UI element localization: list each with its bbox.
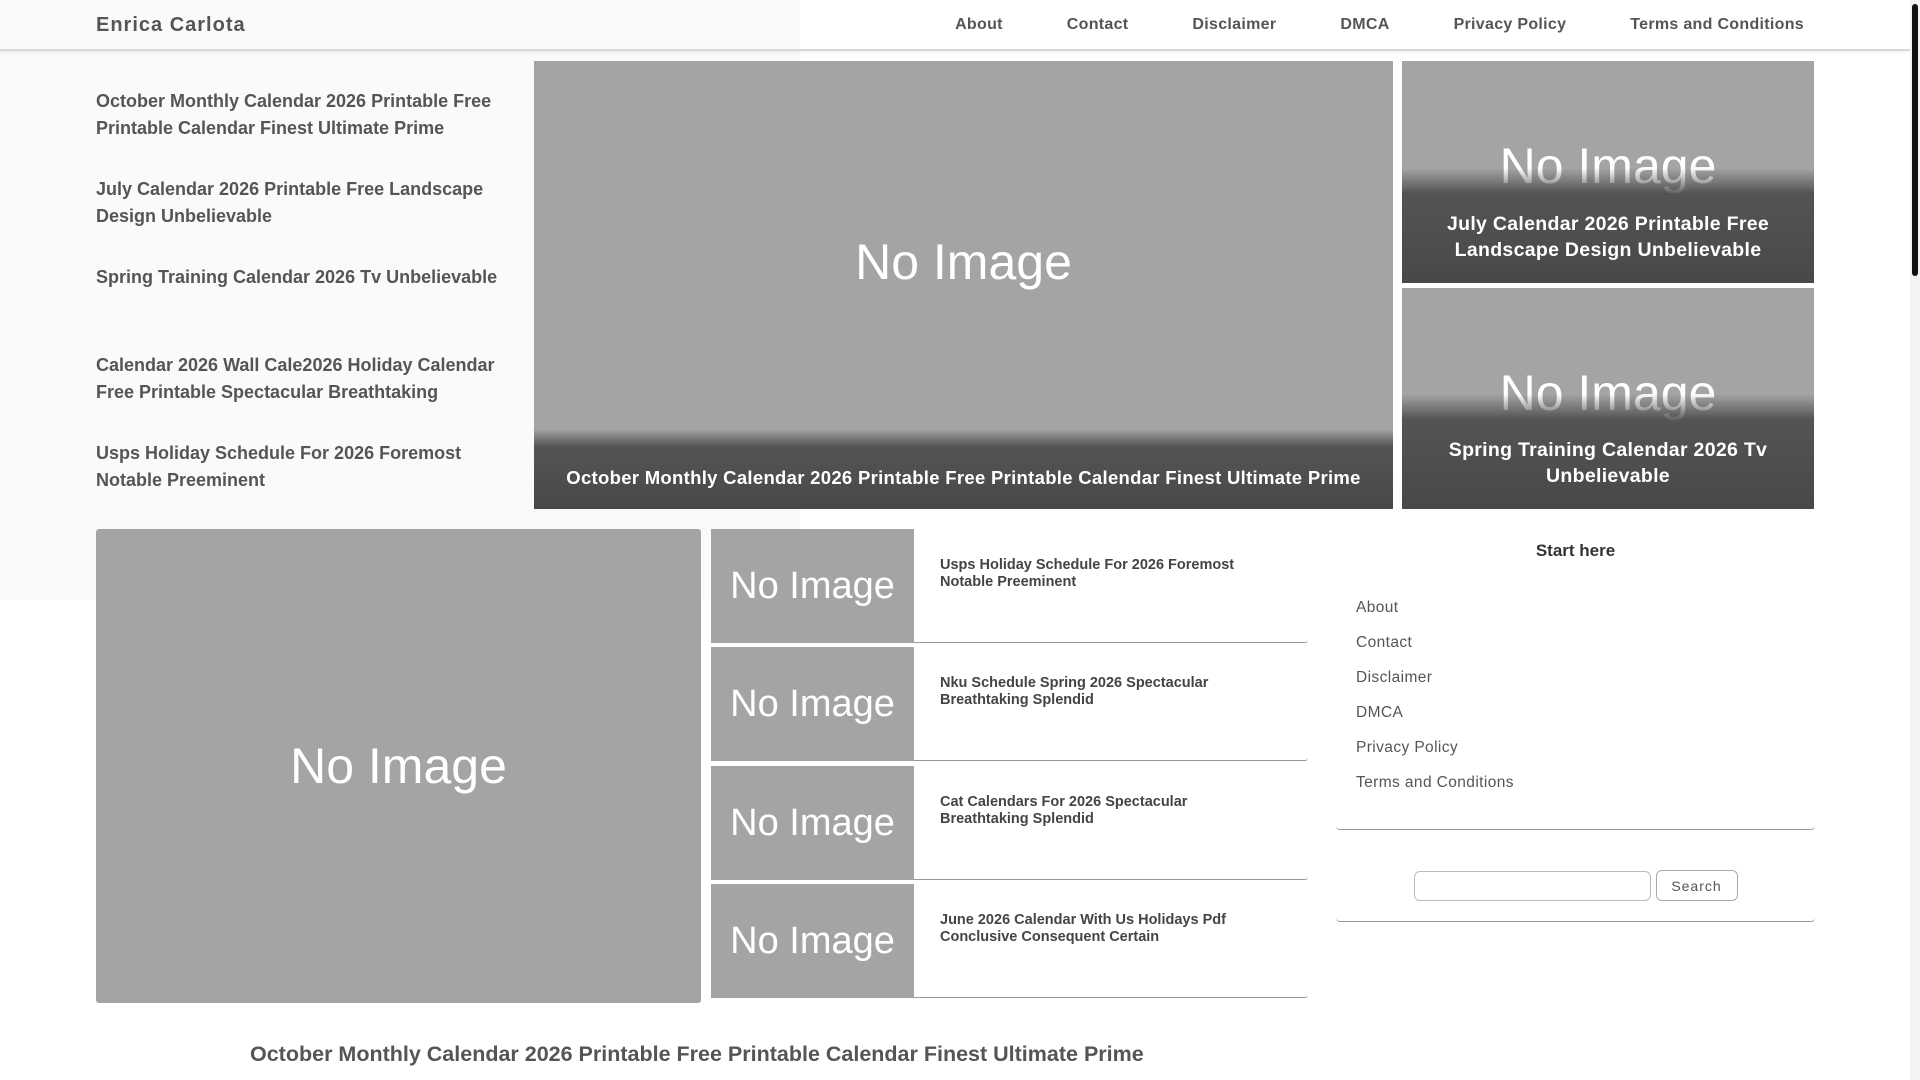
post-title[interactable]: Usps Holiday Schedule For 2026 Foremost … (940, 557, 1260, 591)
recent-post-link[interactable]: July Calendar 2026 Printable Free Landsc… (96, 176, 516, 264)
search-input[interactable] (1413, 870, 1651, 901)
featured-side-caption[interactable]: July Calendar 2026 Printable Free Landsc… (1422, 211, 1794, 263)
widget-heading: Start here (1535, 541, 1616, 560)
nav-disclaimer[interactable]: Disclaimer (1192, 16, 1276, 34)
sidebar-link-disclaimer[interactable]: Disclaimer (1356, 669, 1815, 704)
sidebar-link-privacy-policy[interactable]: Privacy Policy (1356, 739, 1815, 774)
post-title[interactable]: June 2026 Calendar With Us Holidays Pdf … (940, 912, 1260, 946)
search-form: Search (1336, 870, 1815, 901)
post-row[interactable]: No Image Usps Holiday Schedule For 2026 … (711, 529, 1308, 643)
sidebar-link-contact[interactable]: Contact (1356, 634, 1815, 669)
recent-post-link[interactable]: October Monthly Calendar 2026 Printable … (96, 88, 516, 176)
recent-post-link[interactable]: Spring Training Calendar 2026 Tv Unbelie… (96, 264, 516, 352)
post-title[interactable]: Nku Schedule Spring 2026 Spectacular Bre… (940, 675, 1260, 709)
no-image-placeholder: No Image (290, 738, 507, 794)
nav-about[interactable]: About (955, 16, 1003, 34)
featured-side-card[interactable]: No Image Spring Training Calendar 2026 T… (1402, 288, 1814, 509)
post-row[interactable]: No Image June 2026 Calendar With Us Holi… (711, 884, 1308, 998)
nav-contact[interactable]: Contact (1067, 16, 1129, 34)
scrollbar-thumb[interactable] (1912, 4, 1918, 276)
page-scrollbar[interactable] (1910, 0, 1920, 1080)
no-image-placeholder: No Image (855, 234, 1072, 290)
sidebar-link-about[interactable]: About (1356, 599, 1815, 634)
sidebar-links: About Contact Disclaimer DMCA Privacy Po… (1336, 599, 1815, 809)
start-here-widget: Start here About Contact Disclaimer DMCA… (1336, 529, 1815, 830)
sidebar-link-dmca[interactable]: DMCA (1356, 704, 1815, 739)
post-thumbnail[interactable]: No Image (711, 647, 914, 761)
featured-main-caption[interactable]: October Monthly Calendar 2026 Printable … (554, 467, 1373, 489)
top-navigation-bar: Enrica Carlota About Contact Disclaimer … (0, 0, 1910, 51)
post-thumbnail[interactable]: No Image (711, 884, 914, 998)
search-button[interactable]: Search (1655, 870, 1738, 901)
nav-terms-and-conditions[interactable]: Terms and Conditions (1630, 16, 1804, 34)
recent-posts-list: October Monthly Calendar 2026 Printable … (96, 88, 516, 528)
featured-side-caption[interactable]: Spring Training Calendar 2026 Tv Unbelie… (1422, 437, 1794, 489)
post-title[interactable]: Cat Calendars For 2026 Spectacular Breat… (940, 794, 1260, 828)
post-row[interactable]: No Image Nku Schedule Spring 2026 Specta… (711, 647, 1308, 761)
article-title: October Monthly Calendar 2026 Printable … (250, 1042, 1144, 1066)
post-row[interactable]: No Image Cat Calendars For 2026 Spectacu… (711, 766, 1308, 880)
sidebar-link-terms-and-conditions[interactable]: Terms and Conditions (1356, 774, 1815, 809)
featured-main-card[interactable]: No Image October Monthly Calendar 2026 P… (534, 61, 1393, 509)
search-widget: Search (1336, 855, 1815, 922)
site-title[interactable]: Enrica Carlota (96, 14, 246, 37)
recent-post-link[interactable]: Usps Holiday Schedule For 2026 Foremost … (96, 440, 516, 528)
post-thumbnail[interactable]: No Image (711, 766, 914, 880)
recent-post-link[interactable]: Calendar 2026 Wall Cale2026 Holiday Cale… (96, 352, 516, 440)
main-nav: About Contact Disclaimer DMCA Privacy Po… (891, 0, 1804, 49)
nav-privacy-policy[interactable]: Privacy Policy (1454, 16, 1567, 34)
nav-dmca[interactable]: DMCA (1340, 16, 1389, 34)
post-thumbnail[interactable]: No Image (711, 529, 914, 643)
featured-side-card[interactable]: No Image July Calendar 2026 Printable Fr… (1402, 61, 1814, 283)
large-post-image[interactable]: No Image (96, 529, 701, 1003)
